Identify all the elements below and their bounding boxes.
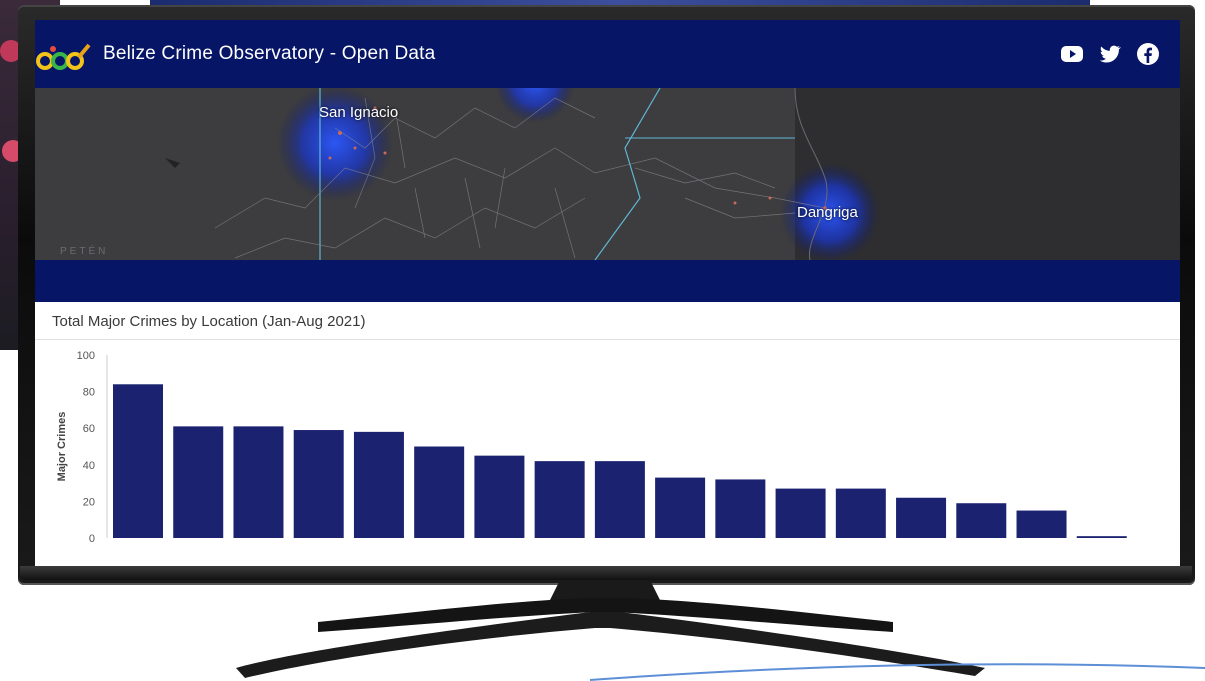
youtube-icon[interactable]: [1060, 42, 1084, 66]
chart-bar[interactable]: [1016, 510, 1067, 538]
chart-bar[interactable]: [956, 503, 1007, 538]
social-links: [1060, 42, 1160, 66]
chart-bar[interactable]: [113, 384, 163, 538]
y-tick-label: 40: [83, 460, 95, 472]
header-band: [35, 260, 1180, 302]
chart-bar[interactable]: [173, 426, 224, 538]
chart-bar[interactable]: [896, 497, 947, 538]
chart-bar[interactable]: [293, 430, 344, 538]
chart-bar[interactable]: [534, 461, 585, 538]
app-title: Belize Crime Observatory - Open Data: [103, 43, 436, 64]
twitter-icon[interactable]: [1098, 42, 1122, 66]
observatory-logo[interactable]: [35, 29, 93, 79]
chart-bar[interactable]: [715, 479, 766, 538]
chart-title: Total Major Crimes by Location (Jan-Aug …: [52, 313, 366, 330]
tv-bottom-bezel: [20, 566, 1192, 580]
y-tick-label: 20: [83, 496, 95, 508]
tv-screen: Belize Crime Observatory - Open Data San…: [35, 20, 1180, 566]
major-crimes-bar-chart: 0 20 40 60 80 100 Major Crimes: [56, 350, 1127, 545]
app-header: Belize Crime Observatory - Open Data: [35, 20, 1180, 88]
chart-bar[interactable]: [1076, 536, 1127, 538]
crime-heat-map[interactable]: San Ignacio Dangriga PETÉN: [35, 88, 1180, 260]
chart-bar[interactable]: [414, 446, 465, 539]
y-tick-label: 80: [83, 387, 95, 399]
facebook-icon[interactable]: [1136, 42, 1160, 66]
y-tick-label: 60: [83, 423, 95, 435]
map-label-dangriga: Dangriga: [797, 204, 858, 221]
chart-bar[interactable]: [594, 461, 645, 538]
chart-bar[interactable]: [233, 426, 284, 538]
chart-card: Total Major Crimes by Location (Jan-Aug …: [35, 302, 1180, 566]
chart-bar[interactable]: [835, 488, 886, 538]
chart-bar[interactable]: [353, 431, 404, 538]
y-tick-label: 0: [89, 533, 95, 545]
y-axis-label: Major Crimes: [56, 412, 68, 482]
map-label-san-ignacio: San Ignacio: [319, 104, 399, 121]
chart-bar[interactable]: [474, 455, 525, 538]
chart-bar[interactable]: [775, 488, 826, 538]
map-label-peten: PETÉN: [60, 246, 109, 257]
chart-bar[interactable]: [655, 477, 706, 538]
y-tick-label: 100: [77, 350, 95, 362]
